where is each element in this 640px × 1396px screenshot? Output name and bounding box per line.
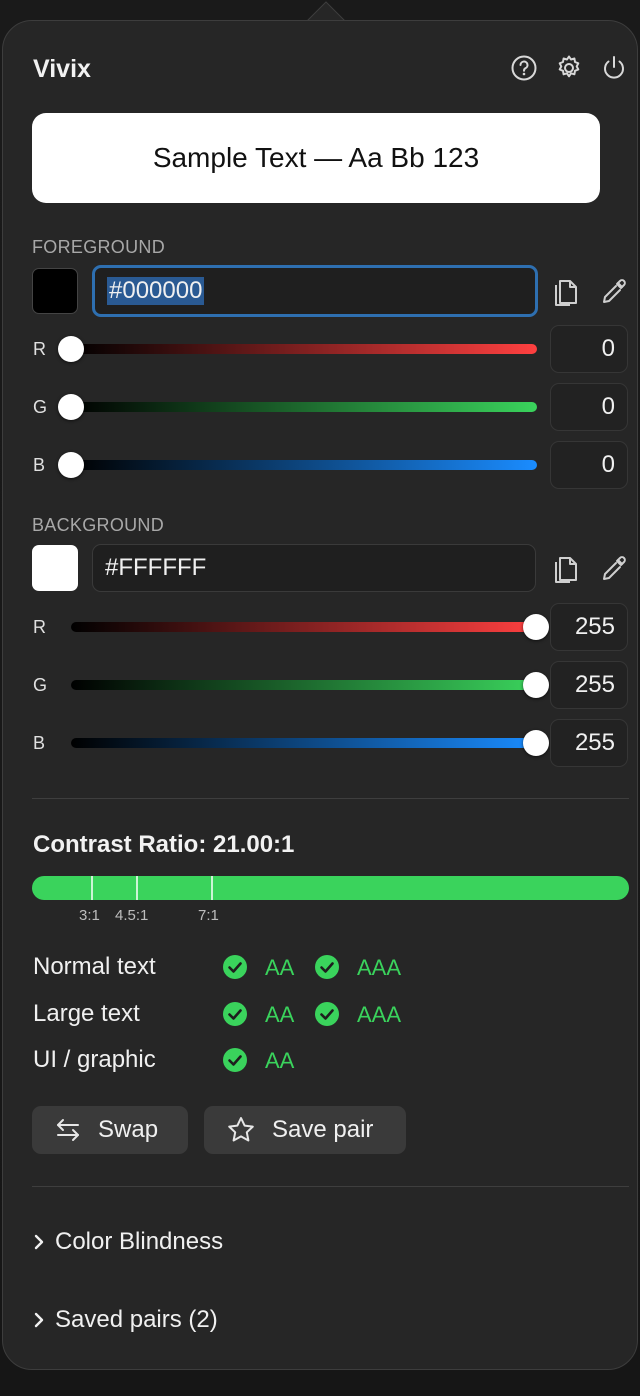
background-swatch[interactable] bbox=[32, 545, 78, 591]
fg-b-label: B bbox=[33, 455, 46, 475]
star-icon bbox=[228, 1117, 254, 1142]
fg-b-value-field[interactable]: 0 bbox=[550, 441, 628, 489]
bg-r-value-field[interactable]: 255 bbox=[550, 603, 628, 651]
large-text-label: Large text bbox=[33, 1000, 140, 1027]
check-icon bbox=[223, 1048, 247, 1072]
bg-g-slider-track[interactable] bbox=[71, 680, 537, 690]
fg-r-label: R bbox=[33, 339, 46, 359]
popover-panel: Vivix Sample Text — Aa Bb 123 FOREGROUND… bbox=[2, 20, 638, 1370]
bg-b-slider-knob[interactable] bbox=[523, 730, 549, 756]
fg-g-slider-track[interactable] bbox=[71, 402, 537, 412]
fg-g-value: 0 bbox=[601, 393, 615, 420]
bg-b-value-field[interactable]: 255 bbox=[550, 719, 628, 767]
divider bbox=[32, 798, 629, 799]
saved-pairs-disclosure[interactable]: Saved pairs (2) bbox=[33, 1306, 218, 1334]
help-icon[interactable] bbox=[509, 53, 539, 83]
swap-icon bbox=[57, 1119, 79, 1141]
bg-g-label: G bbox=[33, 675, 48, 695]
eyedropper-icon[interactable] bbox=[597, 274, 629, 310]
background-label: BACKGROUND bbox=[32, 515, 165, 535]
color-blindness-label: Color Blindness bbox=[55, 1228, 224, 1255]
fg-g-label: G bbox=[33, 397, 48, 417]
power-icon[interactable] bbox=[599, 53, 629, 83]
bg-r-slider-knob[interactable] bbox=[523, 614, 549, 640]
bg-g-value: 255 bbox=[574, 671, 615, 698]
fg-b-slider-track[interactable] bbox=[71, 460, 537, 470]
background-hex-value: #FFFFFF bbox=[105, 554, 207, 581]
fg-b-slider-knob[interactable] bbox=[58, 452, 84, 478]
large-text-aaa: AAA bbox=[357, 1002, 402, 1027]
bg-g-value-field[interactable]: 255 bbox=[550, 661, 628, 709]
fg-b-value: 0 bbox=[601, 451, 615, 478]
contrast-tick-7 bbox=[211, 876, 213, 900]
chevron-right-icon bbox=[34, 1312, 44, 1328]
bg-r-value: 255 bbox=[574, 613, 615, 640]
bg-r-slider-track[interactable] bbox=[71, 622, 537, 632]
foreground-swatch[interactable] bbox=[32, 268, 78, 314]
sample-text: Sample Text — Aa Bb 123 bbox=[152, 142, 480, 173]
foreground-hex-input[interactable]: #000000 bbox=[92, 265, 538, 317]
copy-icon[interactable] bbox=[550, 551, 582, 587]
normal-text-aa: AA bbox=[265, 955, 295, 980]
swap-label: Swap bbox=[98, 1116, 159, 1143]
tick-label-7: 7:1 bbox=[198, 907, 219, 924]
normal-text-aaa: AAA bbox=[357, 955, 402, 980]
ui-graphic-aa: AA bbox=[265, 1048, 295, 1073]
foreground-hex-value: #000000 bbox=[107, 277, 205, 305]
gear-icon[interactable] bbox=[554, 53, 584, 83]
fg-r-value-field[interactable]: 0 bbox=[550, 325, 628, 373]
divider bbox=[32, 1186, 629, 1187]
saved-pairs-label: Saved pairs (2) bbox=[55, 1306, 218, 1333]
tick-label-4-5: 4.5:1 bbox=[115, 907, 149, 924]
ui-graphic-label: UI / graphic bbox=[33, 1046, 156, 1073]
fg-r-slider-knob[interactable] bbox=[58, 336, 84, 362]
copy-icon[interactable] bbox=[550, 274, 582, 310]
large-text-aa: AA bbox=[265, 1002, 295, 1027]
bg-r-label: R bbox=[33, 617, 46, 637]
eyedropper-icon[interactable] bbox=[597, 551, 629, 587]
save-pair-label: Save pair bbox=[272, 1116, 374, 1143]
fg-r-slider-track[interactable] bbox=[71, 344, 537, 354]
foreground-label: FOREGROUND bbox=[32, 237, 165, 257]
contrast-ratio-title: Contrast Ratio: 21.00:1 bbox=[33, 831, 295, 858]
check-icon bbox=[315, 955, 339, 979]
bg-g-slider-knob[interactable] bbox=[523, 672, 549, 698]
fg-r-value: 0 bbox=[601, 335, 615, 362]
swap-button[interactable]: Swap bbox=[32, 1106, 188, 1154]
color-blindness-disclosure[interactable]: Color Blindness bbox=[33, 1228, 223, 1256]
normal-text-label: Normal text bbox=[33, 953, 156, 980]
chevron-right-icon bbox=[34, 1234, 44, 1250]
bg-b-value: 255 bbox=[574, 729, 615, 756]
contrast-bar bbox=[32, 876, 629, 900]
check-icon bbox=[315, 1002, 339, 1026]
bg-b-label: B bbox=[33, 733, 46, 753]
tick-label-3: 3:1 bbox=[79, 907, 100, 924]
check-icon bbox=[223, 1002, 247, 1026]
check-icon bbox=[223, 955, 247, 979]
background-hex-input[interactable]: #FFFFFF bbox=[92, 544, 536, 592]
fg-g-slider-knob[interactable] bbox=[58, 394, 84, 420]
contrast-tick-3 bbox=[91, 876, 93, 900]
bg-b-slider-track[interactable] bbox=[71, 738, 537, 748]
app-title: Vivix bbox=[33, 55, 91, 83]
sample-preview: Sample Text — Aa Bb 123 bbox=[32, 113, 600, 203]
fg-g-value-field[interactable]: 0 bbox=[550, 383, 628, 431]
contrast-tick-4-5 bbox=[136, 876, 138, 900]
save-pair-button[interactable]: Save pair bbox=[204, 1106, 406, 1154]
